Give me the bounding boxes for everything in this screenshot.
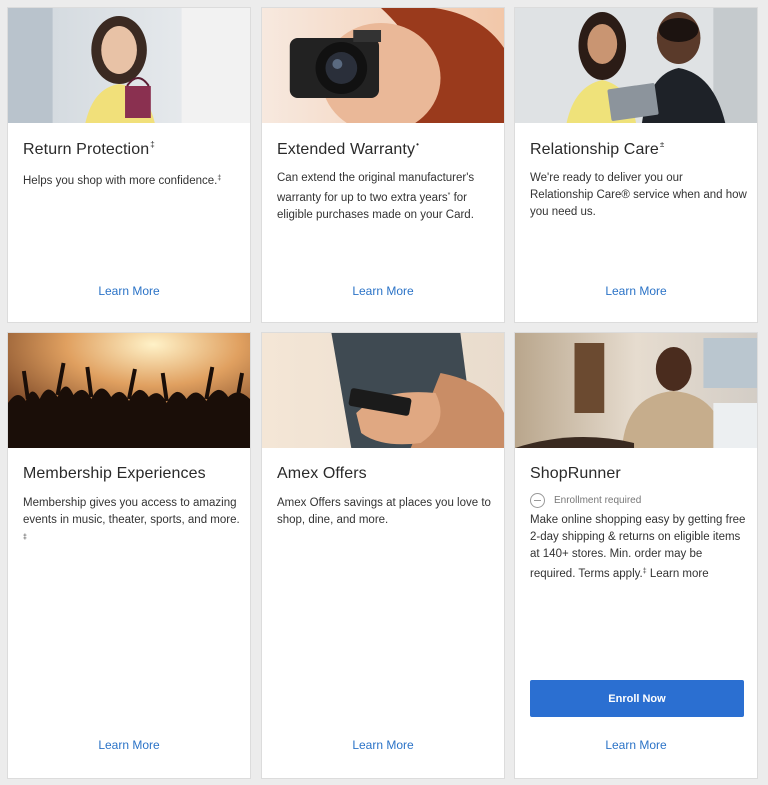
relationship-care-image [515, 8, 757, 123]
benefit-card-shoprunner: ShopRunner Enrollment required Make onli… [514, 332, 758, 779]
extended-warranty-image [262, 8, 504, 123]
benefit-card-amex-offers: Amex Offers Amex Offers savings at place… [261, 332, 505, 779]
minus-circle-icon [530, 493, 545, 508]
shoprunner-image [515, 333, 757, 448]
card-title: Return Protection‡ [23, 140, 155, 158]
learn-more-link[interactable]: Learn More [262, 738, 504, 752]
benefit-card-return-protection: Return Protection‡ Helps you shop with m… [7, 7, 251, 323]
amex-offers-image [262, 333, 504, 448]
learn-more-link[interactable]: Learn More [8, 738, 250, 752]
card-description: Helps you shop with more confidence.‡ [23, 175, 222, 187]
enroll-now-button[interactable]: Enroll Now [530, 680, 744, 717]
benefit-card-extended-warranty: Extended Warranty• Can extend the origin… [261, 7, 505, 323]
card-title: Membership Experiences [23, 465, 206, 482]
card-description: Can extend the original manufacturer's w… [277, 172, 475, 221]
card-title: Relationship Care± [530, 140, 665, 158]
return-protection-image [8, 8, 250, 123]
inline-learn-more-link[interactable]: Learn more [647, 568, 709, 580]
card-description: We're ready to deliver you our Relations… [530, 172, 747, 218]
card-description: Membership gives you access to amazing e… [23, 497, 240, 541]
learn-more-link[interactable]: Learn More [515, 284, 757, 298]
enrollment-status-label: Enrollment required [554, 495, 642, 506]
card-description: Amex Offers savings at places you love t… [277, 497, 491, 526]
learn-more-link[interactable]: Learn More [8, 284, 250, 298]
card-description: Make online shopping easy by getting fre… [530, 514, 746, 580]
enrollment-status: Enrollment required [530, 493, 641, 508]
membership-experiences-image [8, 333, 250, 448]
benefit-card-relationship-care: Relationship Care± We're ready to delive… [514, 7, 758, 323]
learn-more-link[interactable]: Learn More [515, 738, 757, 752]
learn-more-link[interactable]: Learn More [262, 284, 504, 298]
card-title: Extended Warranty• [277, 140, 419, 158]
card-title: Amex Offers [277, 465, 367, 482]
benefit-card-membership-experiences: Membership Experiences Membership gives … [7, 332, 251, 779]
card-title: ShopRunner [530, 465, 621, 482]
